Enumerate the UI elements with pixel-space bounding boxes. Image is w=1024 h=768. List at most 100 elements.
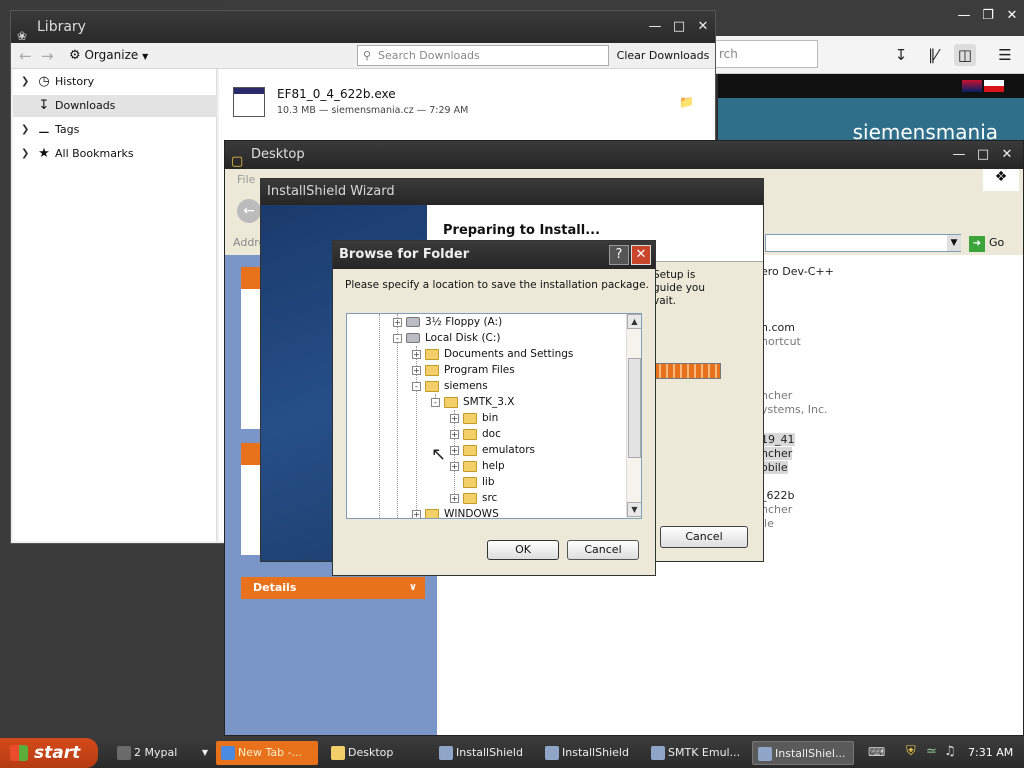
file-item-subtext: ncher [761,503,793,516]
sidebar-item-all-bookmarks[interactable]: ❯ ★ All Bookmarks [13,143,217,165]
taskbar-item-installshield[interactable]: InstallShield [540,741,640,765]
tree-node-floppy[interactable]: +3½ Floppy (A:) [393,314,502,330]
taskbar-item-installshield[interactable]: InstallShield [434,741,534,765]
expand-arrow-icon[interactable]: ❯ [21,143,31,165]
speaker-icon[interactable]: ♫ [944,744,956,759]
tree-node-folder[interactable]: + help [450,458,505,474]
sidebar-item-downloads[interactable]: ↧ Downloads [13,95,217,117]
taskbar-item-smtk-emulator[interactable]: SMTK Emul... [646,741,746,765]
start-button[interactable]: start [0,738,98,768]
scroll-thumb[interactable] [628,358,641,458]
taskbar-item-installshield-active[interactable]: InstallShiel... [752,741,854,765]
library-icon[interactable]: ∥⁄ [922,44,944,66]
collapse-toggle-icon[interactable]: - [393,333,402,343]
back-arrow-icon[interactable]: ← [237,199,261,223]
cancel-button[interactable]: Cancel [567,540,639,560]
browser-search-input[interactable]: rch [714,40,818,68]
scroll-down-icon[interactable]: ▼ [627,502,641,517]
maximize-icon[interactable]: □ [669,17,689,37]
tree-node-folder[interactable]: + doc [450,426,501,442]
organize-button[interactable]: ⚙ Organize ▼ [69,48,148,63]
clear-downloads-button[interactable]: Clear Downloads [615,45,711,66]
close-icon[interactable]: ✕ [693,17,713,37]
minimize-icon[interactable]: — [949,145,969,165]
file-item[interactable]: n.com [761,321,795,334]
open-folder-icon[interactable]: 📁 [679,95,694,109]
sidebar-item-tags[interactable]: ❯ ⚊ Tags [13,119,217,141]
file-item[interactable]: ero Dev-C++ [761,265,834,278]
tree-node-folder[interactable]: lib [450,474,495,490]
expand-toggle-icon[interactable]: + [450,429,459,439]
collapse-toggle-icon[interactable]: - [412,381,421,391]
tree-node-folder[interactable]: - SMTK_3.X [431,394,515,410]
folder-icon [331,746,345,760]
minimize-icon[interactable]: — [954,6,974,26]
sidebar-item-history[interactable]: ❯ ◷ History [13,71,217,93]
tree-node-local-disk[interactable]: - Local Disk (C:) [393,330,501,346]
chevron-down-icon[interactable]: ▼ [947,235,961,251]
close-icon: ✕ [635,247,647,262]
keyboard-icon[interactable]: ⌨ [868,745,885,759]
taskbar-item-label: SMTK Emul... [668,746,741,759]
collapse-toggle-icon[interactable]: - [431,397,440,407]
sidebar-icon[interactable]: ◫ [954,44,976,66]
installer-icon [545,746,559,760]
download-icon[interactable]: ↧ [890,44,912,66]
expand-toggle-icon[interactable]: + [393,317,402,327]
tree-node-folder[interactable]: - siemens [412,378,488,394]
folder-icon [425,380,439,392]
tree-node-folder[interactable]: + bin [450,410,498,426]
taskbar-item-label: New Tab -... [238,746,303,759]
taskbar-item-new-tab[interactable]: New Tab -... [216,741,318,765]
desktop-title: Desktop [251,147,305,162]
menu-icon[interactable]: ☰ [994,44,1016,66]
cz-flag-icon[interactable] [984,80,1004,92]
restore-icon[interactable]: ❐ [978,6,998,26]
close-icon[interactable]: ✕ [997,145,1017,165]
tree-node-folder[interactable]: + src [450,490,497,506]
taskbar-item-desktop[interactable]: Desktop [326,741,426,765]
back-arrow-icon[interactable]: ← [19,47,37,65]
download-filename[interactable]: EF81_0_4_622b.exe [277,87,396,101]
file-item[interactable]: 19_41 [761,433,795,446]
tree-node-folder[interactable]: + Program Files [412,362,515,378]
expand-toggle-icon[interactable]: + [450,493,459,503]
minimize-icon[interactable]: — [645,17,665,37]
install-body-line: vait. [653,295,677,307]
tree-scrollbar[interactable]: ▲ ▼ [626,314,641,518]
tree-node-folder[interactable]: + Documents and Settings [412,346,573,362]
downloads-search-input[interactable]: ⚲ Search Downloads [357,45,609,66]
go-button[interactable]: ➜ Go [969,234,1023,252]
tree-node-folder[interactable]: + WINDOWS [412,506,499,518]
scroll-up-icon[interactable]: ▲ [627,314,641,329]
close-button[interactable]: ✕ [631,245,651,265]
shield-icon[interactable]: ⛨ [906,744,916,759]
details-header[interactable]: Details ∨ [241,577,425,599]
browse-prompt: Please specify a location to save the in… [345,279,649,291]
menu-file[interactable]: File [237,173,255,186]
address-input[interactable] [765,234,961,252]
expand-toggle-icon[interactable]: + [412,349,421,359]
expand-toggle-icon[interactable]: + [450,413,459,423]
forward-arrow-icon[interactable]: → [41,47,59,65]
folder-icon [463,492,477,504]
ok-button[interactable]: OK [487,540,559,560]
maximize-icon[interactable]: □ [973,145,993,165]
file-item[interactable]: _622b [761,489,794,502]
help-button[interactable]: ? [609,245,629,265]
file-item-subtext: hortcut [761,335,801,348]
install-cancel-button[interactable]: Cancel [660,526,748,548]
expand-arrow-icon[interactable]: ❯ [21,71,31,93]
expand-toggle-icon[interactable]: + [412,365,421,375]
expand-arrow-icon[interactable]: ❯ [21,119,31,141]
network-icon[interactable]: ≃ [926,744,937,759]
close-icon[interactable]: ✕ [1002,6,1022,26]
clock[interactable]: 7:31 AM [968,738,1013,768]
expand-toggle-icon[interactable]: + [450,445,459,455]
uk-flag-icon[interactable] [962,80,982,92]
expand-toggle-icon[interactable]: + [412,509,421,518]
tree-node-folder[interactable]: + emulators [450,442,535,458]
expand-toggle-icon[interactable]: + [450,461,459,471]
chevron-down-icon: ▼ [201,748,208,757]
taskbar-item-mypal[interactable]: 2 Mypal ▼ [112,741,210,765]
